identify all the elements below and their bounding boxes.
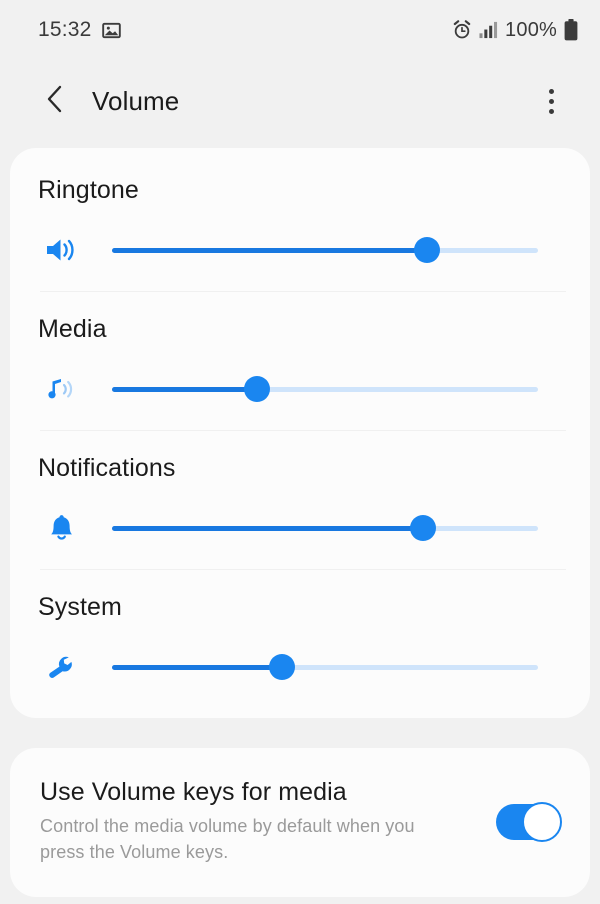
- volume-label-media: Media: [38, 315, 107, 343]
- slider-thumb-notifications[interactable]: [409, 515, 436, 541]
- volume-control-ringtone: [10, 231, 590, 269]
- volume-slider-media[interactable]: [112, 370, 538, 408]
- more-options-button[interactable]: [528, 78, 574, 124]
- phone-screen: 15:32 100% Volume Ringtone Media Notific…: [0, 0, 600, 904]
- volume-label-system: System: [38, 593, 122, 621]
- status-bar: 15:32 100%: [0, 0, 600, 60]
- page-title: Volume: [92, 85, 180, 116]
- signal-icon: [479, 21, 498, 39]
- toggle-knob: [522, 801, 562, 842]
- volume-row-notifications: Notifications: [10, 430, 590, 569]
- slider-fill-notifications: [112, 525, 423, 531]
- volume-control-system: [10, 648, 590, 686]
- volume-slider-system[interactable]: [112, 648, 538, 686]
- kebab-dot-3: [548, 108, 554, 114]
- status-bar-right: 100%: [452, 19, 578, 42]
- battery-percent-label: 100%: [505, 18, 557, 41]
- volume-keys-description: Control the media volume by default when…: [40, 816, 415, 863]
- slider-fill-system: [112, 664, 283, 670]
- slider-thumb-ringtone[interactable]: [414, 237, 441, 263]
- volume-label-notifications: Notifications: [38, 454, 176, 482]
- alarm-icon: [452, 20, 472, 40]
- speaker-icon: [44, 231, 86, 269]
- music-note-icon: [44, 370, 86, 408]
- bell-icon: [44, 509, 86, 547]
- volume-control-media: [10, 370, 590, 408]
- gallery-icon: [101, 21, 121, 40]
- volume-keys-toggle[interactable]: [496, 801, 562, 842]
- app-bar: Volume: [0, 60, 600, 142]
- volume-keys-setting-row[interactable]: Use Volume keys for media Control the me…: [10, 752, 590, 893]
- volume-control-notifications: [10, 509, 590, 547]
- volume-keys-card: Use Volume keys for media Control the me…: [10, 748, 590, 898]
- volume-keys-title: Use Volume keys for media: [40, 778, 347, 806]
- wrench-icon: [44, 648, 86, 686]
- battery-icon: [564, 19, 578, 41]
- volume-row-media: Media: [10, 291, 590, 430]
- volume-keys-texts: Use Volume keys for media Control the me…: [40, 778, 496, 865]
- kebab-dot-2: [548, 98, 554, 104]
- status-bar-left: 15:32: [38, 18, 121, 42]
- kebab-dot-1: [548, 88, 554, 94]
- volume-slider-ringtone[interactable]: [112, 231, 538, 269]
- chevron-left-icon: [42, 84, 68, 119]
- status-clock: 15:32: [38, 18, 92, 41]
- volume-row-system: System: [10, 569, 590, 708]
- slider-thumb-media[interactable]: [243, 376, 270, 402]
- slider-fill-ringtone: [112, 247, 428, 253]
- volume-sliders-card: Ringtone Media Notifications System: [10, 148, 590, 718]
- slider-fill-media: [112, 386, 257, 392]
- volume-row-ringtone: Ringtone: [10, 152, 590, 291]
- volume-slider-notifications[interactable]: [112, 509, 538, 547]
- volume-label-ringtone: Ringtone: [38, 176, 139, 204]
- slider-thumb-system[interactable]: [269, 654, 296, 680]
- back-button[interactable]: [32, 78, 78, 124]
